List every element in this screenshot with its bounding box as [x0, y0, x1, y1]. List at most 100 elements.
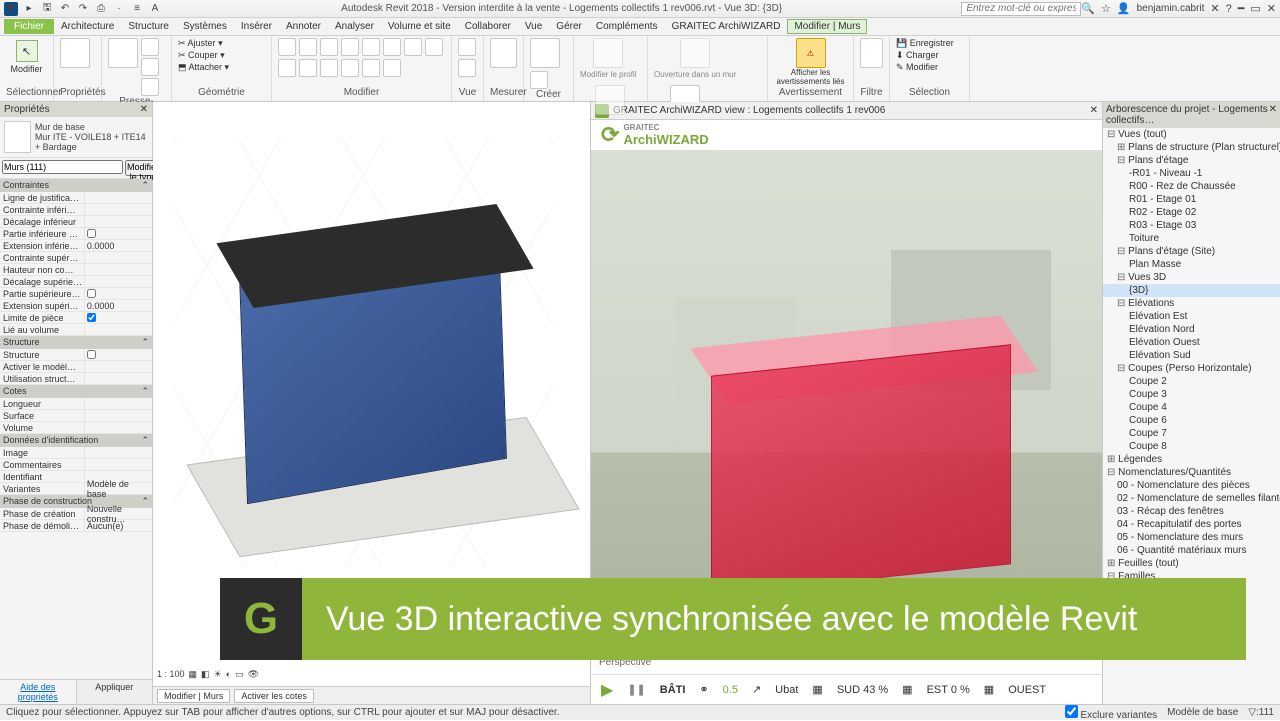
username[interactable]: benjamin.cabrit	[1137, 3, 1205, 14]
vc-style-icon[interactable]: ◧	[201, 669, 210, 680]
menu-addins[interactable]: Compléments	[589, 19, 665, 34]
scale-icon[interactable]	[425, 38, 443, 56]
menu-archiwizard[interactable]: GRAITEC ArchiWIZARD	[665, 19, 788, 34]
signin-icon[interactable]: 👤	[1117, 2, 1131, 15]
aw-bati[interactable]: BÂTI	[660, 684, 686, 696]
copy2-icon[interactable]	[299, 38, 317, 56]
reset-profile-icon[interactable]	[595, 85, 625, 115]
aw-ouest[interactable]: OUEST	[1008, 684, 1046, 696]
qat-open-icon[interactable]: ▸	[22, 2, 36, 16]
menu-modify-walls[interactable]: Modifier | Murs	[787, 19, 867, 34]
prop-row[interactable]: Surface	[0, 410, 152, 422]
prop-row[interactable]: Partie supérieure…	[0, 288, 152, 300]
prop-row[interactable]: Volume	[0, 422, 152, 434]
tree-item[interactable]: R01 - Etage 01	[1103, 193, 1280, 206]
tree-item[interactable]: Légendes	[1103, 453, 1280, 466]
star-icon[interactable]: ☆	[1101, 2, 1111, 15]
tree-item[interactable]: Coupe 7	[1103, 427, 1280, 440]
search-input[interactable]	[961, 2, 1081, 16]
tree-item[interactable]: Coupe 3	[1103, 388, 1280, 401]
tree-item[interactable]: 03 - Récap des fenêtres	[1103, 505, 1280, 518]
props-apply-btn[interactable]: Appliquer	[76, 680, 153, 704]
app-icon[interactable]: R	[4, 2, 18, 16]
tree-item[interactable]: Vues (tout)	[1103, 128, 1280, 141]
props-help-link[interactable]: Aide des propriétés	[0, 680, 76, 704]
menu-systems[interactable]: Systèmes	[176, 19, 234, 34]
prop-row[interactable]: Décalage supérie…	[0, 276, 152, 288]
prop-row[interactable]: Longueur	[0, 398, 152, 410]
prop-row[interactable]: Utilisation struct…	[0, 373, 152, 385]
props-close-icon[interactable]: ✕	[140, 104, 148, 115]
qat-undo-icon[interactable]: ↶	[58, 2, 72, 16]
tree-item[interactable]: Plans d'étage (Site)	[1103, 245, 1280, 258]
aw-grid2-icon[interactable]: ▦	[902, 683, 912, 696]
tree-item[interactable]: 05 - Nomenclature des murs	[1103, 531, 1280, 544]
vc-sun-icon[interactable]: ☀	[214, 669, 222, 680]
prop-row[interactable]: Ligne de justifica…	[0, 192, 152, 204]
align-icon[interactable]	[362, 59, 380, 77]
view-icon[interactable]	[458, 38, 476, 56]
close-icon[interactable]: ✕	[1267, 2, 1276, 15]
prop-row[interactable]: Contrainte supér…	[0, 252, 152, 264]
aw-arrow-icon[interactable]: ↗	[752, 683, 761, 696]
tree-item[interactable]: R03 - Etage 03	[1103, 219, 1280, 232]
scale[interactable]: 1 : 100	[157, 669, 185, 679]
qat-align-icon[interactable]: ≡	[130, 2, 144, 16]
qat-redo-icon[interactable]: ↷	[76, 2, 90, 16]
browser-close-icon[interactable]: ✕	[1269, 104, 1277, 126]
aw-play-icon[interactable]: ▶	[601, 680, 613, 700]
tree-item[interactable]: R00 - Rez de Chaussée	[1103, 180, 1280, 193]
status-filter-icon[interactable]: ▽:111	[1248, 707, 1274, 718]
prop-row[interactable]: Extension inférie…0.0000	[0, 240, 152, 252]
view2-icon[interactable]	[458, 59, 476, 77]
instance-count[interactable]	[2, 160, 123, 174]
save-sel-btn[interactable]: 💾 Enregistrer	[896, 38, 954, 49]
tree-item[interactable]: Coupes (Perso Horizontale)	[1103, 362, 1280, 375]
menu-annotate[interactable]: Annoter	[279, 19, 328, 34]
copy-icon[interactable]	[141, 58, 159, 76]
tree-item[interactable]: Plan Masse	[1103, 258, 1280, 271]
menu-analyze[interactable]: Analyser	[328, 19, 381, 34]
warn-icon[interactable]: ⚠	[796, 38, 826, 68]
tree-item[interactable]: Elévation Nord	[1103, 323, 1280, 336]
vc-hide-icon[interactable]: 👁	[248, 669, 259, 680]
cut-btn[interactable]: ✂ Couper ▾	[178, 50, 229, 61]
create2-icon[interactable]	[530, 71, 548, 89]
prop-row[interactable]: Extension supéri…0.0000	[0, 300, 152, 312]
prop-row[interactable]: Image	[0, 447, 152, 459]
array-icon[interactable]	[404, 38, 422, 56]
vc-detail-icon[interactable]: ▦	[189, 669, 198, 680]
prop-cat[interactable]: Données d'identification⌃	[0, 434, 152, 447]
tab-modify-walls[interactable]: Modifier | Murs	[157, 689, 230, 703]
view-control-bar[interactable]: 1 : 100 ▦ ◧ ☀ ◐ ▭ 👁	[157, 666, 259, 682]
join-btn[interactable]: ⬒ Attacher ▾	[178, 62, 229, 73]
tree-item[interactable]: Plans d'étage	[1103, 154, 1280, 167]
prop-row[interactable]: Hauteur non co…	[0, 264, 152, 276]
edit-profile-icon[interactable]	[593, 38, 623, 68]
qat-text-icon[interactable]: A	[148, 2, 162, 16]
tree-item[interactable]: 04 - Recapitulatif des portes	[1103, 518, 1280, 531]
cut-icon[interactable]	[141, 38, 159, 56]
tree-item[interactable]: Elévation Sud	[1103, 349, 1280, 362]
prop-row[interactable]: Commentaires	[0, 459, 152, 471]
aw-grid3-icon[interactable]: ▦	[984, 683, 994, 696]
menu-collaborate[interactable]: Collaborer	[458, 19, 518, 34]
tree-item[interactable]: Coupe 4	[1103, 401, 1280, 414]
tree-item[interactable]: R02 - Etage 02	[1103, 206, 1280, 219]
exchange-icon[interactable]: ✕	[1210, 2, 1219, 15]
tree-item[interactable]: Feuilles (tout)	[1103, 557, 1280, 570]
tree-item[interactable]: 00 - Nomenclature des pièces	[1103, 479, 1280, 492]
menu-file[interactable]: Fichier	[4, 19, 54, 34]
split-icon[interactable]	[383, 38, 401, 56]
paste-icon[interactable]	[108, 38, 138, 68]
aw-ubat[interactable]: Ubat	[775, 684, 798, 696]
max-icon[interactable]: ▭	[1250, 2, 1260, 15]
match-icon[interactable]	[141, 78, 159, 96]
tree-item[interactable]: -R01 - Niveau -1	[1103, 167, 1280, 180]
modify-tool-icon[interactable]: ↖	[16, 40, 38, 62]
menu-structure[interactable]: Structure	[121, 19, 176, 34]
prop-row[interactable]: Structure	[0, 349, 152, 361]
tree-item[interactable]: Coupe 2	[1103, 375, 1280, 388]
trim-icon[interactable]	[362, 38, 380, 56]
aw-sud[interactable]: SUD 43 %	[837, 684, 888, 696]
